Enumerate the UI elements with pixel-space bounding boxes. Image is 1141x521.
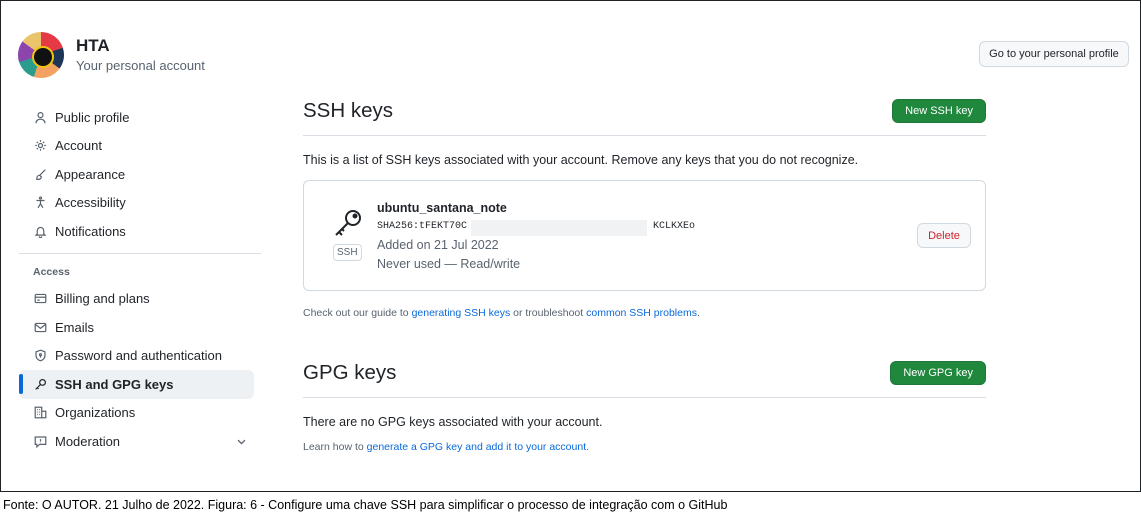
sidebar-item-billing[interactable]: Billing and plans xyxy=(19,285,261,314)
sidebar-item-label: SSH and GPG keys xyxy=(55,376,174,392)
sidebar-item-label: Billing and plans xyxy=(55,291,150,307)
sidebar-heading-access: Access xyxy=(33,266,70,278)
guide-text-middle: or troubleshoot xyxy=(510,307,587,319)
sidebar-item-label: Notifications xyxy=(55,223,126,239)
main-content: SSH keys New SSH key This is a list of S… xyxy=(303,97,986,453)
generate-gpg-key-link[interactable]: generate a GPG key and add it to your ac… xyxy=(367,441,586,453)
gear-icon xyxy=(33,138,48,153)
sidebar-item-appearance[interactable]: Appearance xyxy=(19,160,261,189)
sidebar-item-label: Password and authentication xyxy=(55,348,222,364)
sidebar-item-moderation[interactable]: Moderation xyxy=(19,427,261,456)
gpg-keys-header: GPG keys New GPG key xyxy=(303,359,986,398)
fingerprint-prefix: SHA256:tFEKT70C xyxy=(377,221,468,232)
sidebar-item-organizations[interactable]: Organizations xyxy=(19,399,261,428)
sidebar-item-label: Public profile xyxy=(55,109,130,125)
key-icon xyxy=(33,377,48,392)
new-gpg-key-button[interactable]: New GPG key xyxy=(890,361,986,385)
accessibility-icon xyxy=(33,195,48,210)
key-type-label: SSH xyxy=(333,244,362,261)
ssh-keys-title: SSH keys xyxy=(303,99,393,122)
guide-text-suffix: . xyxy=(696,307,700,319)
figure-caption: Fonte: O AUTOR. 21 Julho de 2022. Figura… xyxy=(3,498,728,512)
new-ssh-key-button[interactable]: New SSH key xyxy=(892,99,986,123)
guide-text-prefix: Check out our guide to xyxy=(303,307,412,319)
account-subtitle: Your personal account xyxy=(76,58,205,73)
fingerprint-redaction xyxy=(471,220,647,236)
account-name[interactable]: HTA xyxy=(76,36,110,56)
generating-ssh-keys-link[interactable]: generating SSH keys xyxy=(412,307,511,319)
settings-sidebar: Public profile Account Appearance Access… xyxy=(19,103,261,456)
common-ssh-problems-link[interactable]: common SSH problems xyxy=(586,307,697,319)
credit-card-icon xyxy=(33,291,48,306)
ssh-key-fingerprint: SHA256:tFEKT70C KCLKXEo xyxy=(377,220,707,236)
ssh-keys-header: SSH keys New SSH key xyxy=(303,97,986,136)
avatar[interactable] xyxy=(18,32,64,78)
bell-icon xyxy=(33,224,48,239)
ssh-key-entry: SSH ubuntu_santana_note SHA256:tFEKT70C … xyxy=(303,180,986,291)
go-to-profile-button[interactable]: Go to your personal profile xyxy=(979,41,1129,67)
sidebar-item-label: Emails xyxy=(55,319,95,335)
sidebar-item-label: Appearance xyxy=(55,166,126,182)
sidebar-item-account[interactable]: Account xyxy=(19,132,261,161)
person-icon xyxy=(33,110,48,125)
organization-icon xyxy=(33,405,48,420)
ssh-key-added-date: Added on 21 Jul 2022 xyxy=(377,238,499,252)
sidebar-item-label: Account xyxy=(55,138,102,154)
ssh-keys-intro: This is a list of SSH keys associated wi… xyxy=(303,153,859,167)
sidebar-item-label: Accessibility xyxy=(55,195,126,211)
sidebar-item-password-auth[interactable]: Password and authentication xyxy=(19,342,261,371)
delete-key-button[interactable]: Delete xyxy=(917,223,971,248)
report-icon xyxy=(33,434,48,449)
gpg-keys-title: GPG keys xyxy=(303,361,397,384)
gpg-note-prefix: Learn how to xyxy=(303,441,367,453)
gpg-guide-text: Learn how to generate a GPG key and add … xyxy=(303,441,986,453)
sidebar-item-accessibility[interactable]: Accessibility xyxy=(19,189,261,218)
sidebar-item-label: Organizations xyxy=(55,405,136,421)
sidebar-item-label: Moderation xyxy=(55,433,121,449)
sidebar-item-ssh-gpg-keys[interactable]: SSH and GPG keys xyxy=(19,370,254,399)
chevron-down-icon[interactable] xyxy=(236,435,247,450)
mail-icon xyxy=(33,320,48,335)
sidebar-item-public-profile[interactable]: Public profile xyxy=(19,103,261,132)
ssh-key-usage: Never used — Read/write xyxy=(377,257,521,271)
shield-lock-icon xyxy=(33,348,48,363)
fingerprint-suffix: KCLKXEo xyxy=(653,221,696,232)
sidebar-item-emails[interactable]: Emails xyxy=(19,313,261,342)
sidebar-divider xyxy=(19,252,261,254)
gpg-note-suffix: . xyxy=(586,441,590,453)
sidebar-item-notifications[interactable]: Notifications xyxy=(19,217,261,246)
ssh-key-name: ubuntu_santana_note xyxy=(377,201,507,215)
key-icon xyxy=(332,207,364,244)
gpg-empty-state: There are no GPG keys associated with yo… xyxy=(303,415,603,429)
paintbrush-icon xyxy=(33,167,48,182)
settings-window: HTA Your personal account Go to your per… xyxy=(0,0,1141,492)
ssh-guide-text: Check out our guide to generating SSH ke… xyxy=(303,307,986,319)
